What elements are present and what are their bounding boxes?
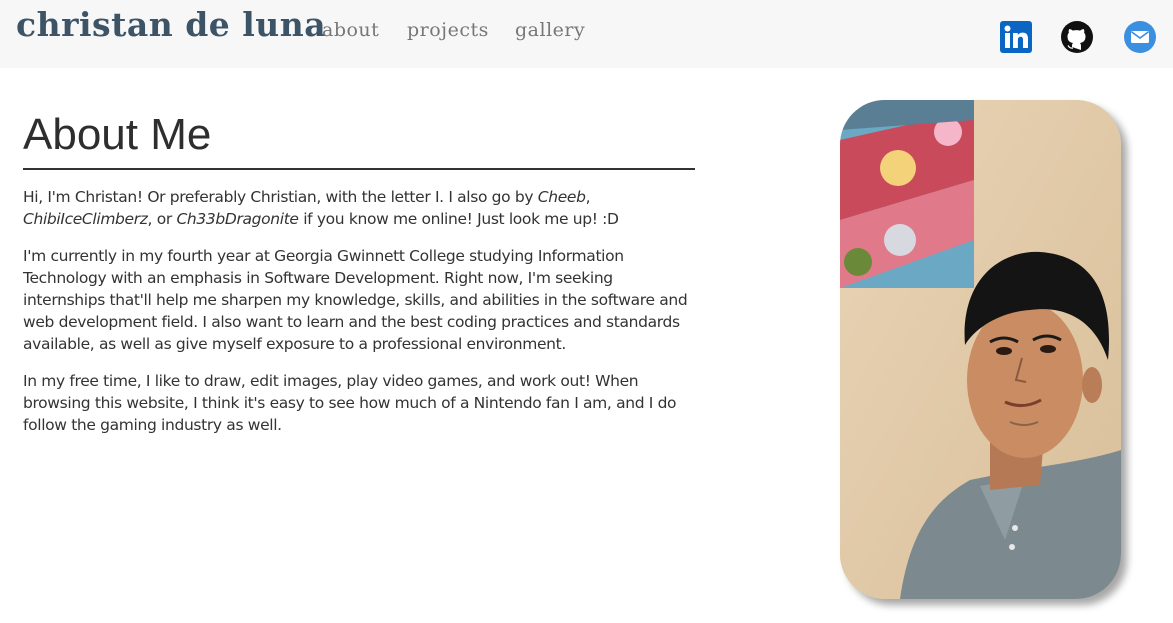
intro-paragraph: Hi, I'm Christan! Or preferably Christia… (23, 188, 619, 228)
about-section: About Me Hi, I'm Christan! Or preferably… (23, 108, 695, 451)
github-icon[interactable] (1061, 21, 1093, 53)
email-icon[interactable] (1124, 21, 1156, 53)
page-title: About Me (23, 108, 695, 170)
alias-ch33bdragonite: Ch33bDragonite (176, 210, 299, 228)
top-navbar: christan de luna about projects gallery (0, 0, 1173, 68)
profile-photo (840, 100, 1121, 599)
nav-projects[interactable]: projects (407, 19, 489, 41)
nav-gallery[interactable]: gallery (515, 19, 585, 41)
alias-cheeb: Cheeb (537, 188, 586, 206)
poster (840, 100, 974, 288)
linkedin-icon[interactable] (1000, 21, 1032, 53)
alias-chibiiceclimberz: ChibiIceClimberz (23, 210, 148, 228)
hobbies-paragraph: In my free time, I like to draw, edit im… (23, 372, 677, 434)
site-brand[interactable]: christan de luna (16, 5, 326, 44)
nav-about[interactable]: about (322, 19, 379, 41)
education-paragraph: I'm currently in my fourth year at Georg… (23, 247, 688, 353)
